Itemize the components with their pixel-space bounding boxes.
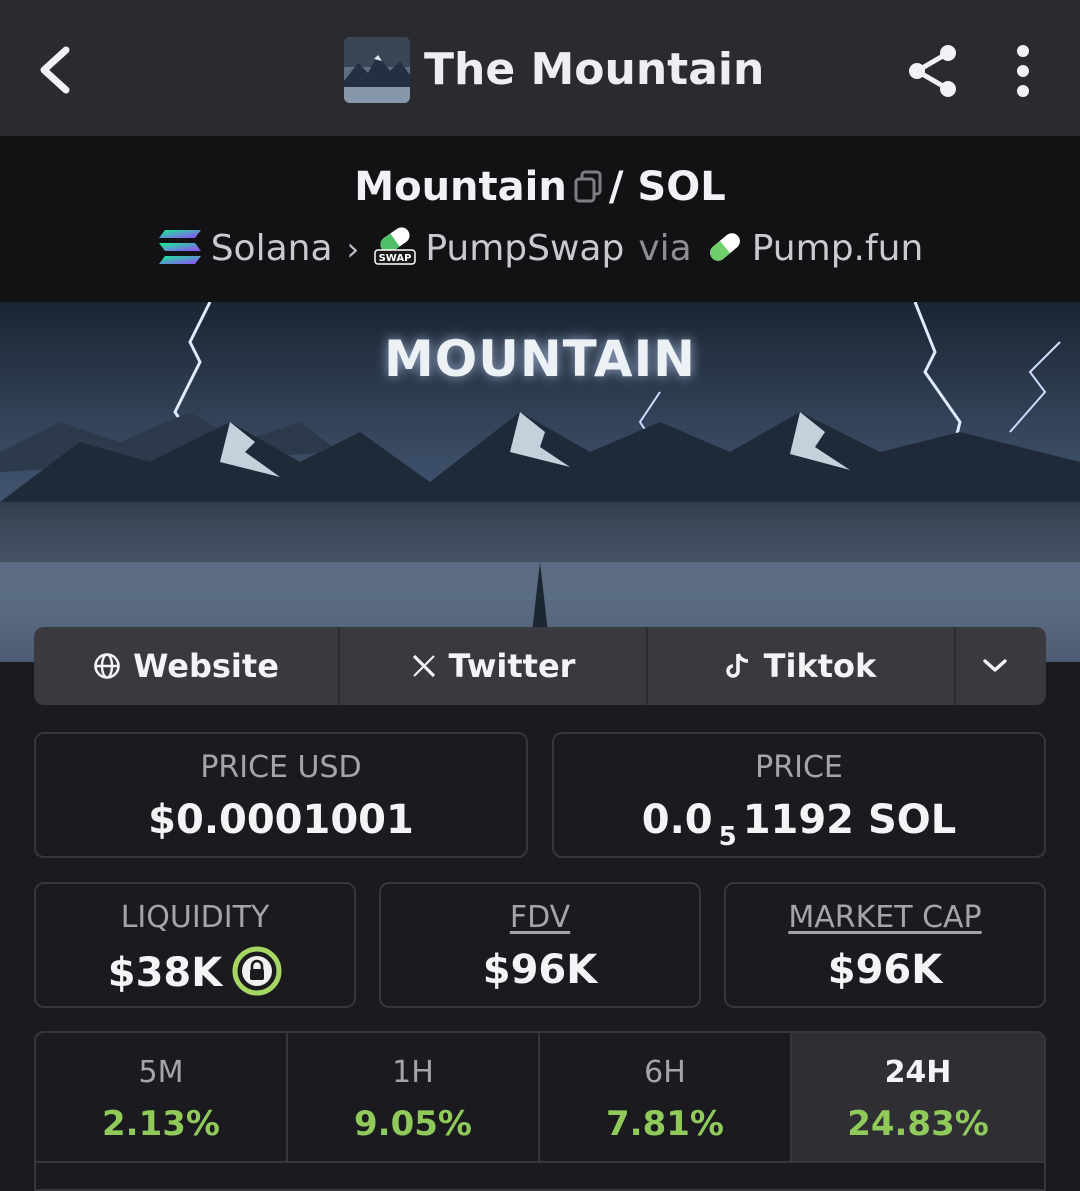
tab-24h-change: 24.83% (847, 1104, 989, 1144)
more-links-button[interactable] (956, 627, 1046, 705)
tiktok-link-button[interactable]: Tiktok (648, 627, 956, 705)
price-usd-card: PRICE USD $0.0001001 (34, 732, 528, 858)
tab-1h-change: 9.05% (354, 1104, 472, 1144)
website-label: Website (133, 647, 279, 685)
social-links-bar: Website Twitter Tiktok (34, 627, 1046, 705)
tab-1h[interactable]: 1H 9.05% (288, 1033, 540, 1163)
liquidity-label: LIQUIDITY (120, 900, 270, 935)
liquidity-card: LIQUIDITY $38K (34, 882, 356, 1008)
tab-1h-label: 1H (392, 1055, 434, 1090)
fdv-card: FDV $96K (379, 882, 701, 1008)
token-thumbnail (344, 37, 410, 103)
tab-6h-label: 6H (644, 1055, 686, 1090)
chain-route: Solana › SWAP PumpSwap via Pump.fun (0, 222, 1080, 272)
market-cap-label[interactable]: MARKET CAP (726, 900, 1044, 936)
globe-icon (94, 653, 120, 679)
twitter-link-button[interactable]: Twitter (340, 627, 648, 705)
copy-icon[interactable] (573, 170, 603, 204)
tiktok-icon (725, 653, 748, 678)
website-link-button[interactable]: Website (34, 627, 340, 705)
launchpad-name[interactable]: Pump.fun (752, 228, 924, 269)
base-token-name: Mountain (354, 164, 567, 210)
pair-name: Mountain / SOL (0, 162, 1080, 212)
leading-zeros-count: 5 (718, 822, 737, 852)
tab-5m-change: 2.13% (102, 1104, 220, 1144)
pump-fun-icon (709, 233, 740, 261)
quote-token-name: SOL (637, 164, 726, 210)
more-vertical-icon[interactable] (1004, 42, 1042, 100)
top-app-bar: The Mountain (0, 0, 1080, 136)
lock-icon[interactable] (232, 946, 282, 996)
price-native-label: PRICE (755, 750, 843, 785)
tab-6h-change: 7.81% (606, 1104, 724, 1144)
banner-title: MOUNTAIN (383, 330, 697, 388)
market-cap-value: $96K (827, 947, 943, 993)
token-banner-image: MOUNTAIN (0, 302, 1080, 662)
price-native-value: 0.0 5 1192 SOL (641, 797, 957, 852)
tab-6h[interactable]: 6H 7.81% (540, 1033, 792, 1163)
dex-name[interactable]: PumpSwap (425, 228, 624, 269)
tab-5m[interactable]: 5M 2.13% (36, 1033, 288, 1163)
price-usd-value: $0.0001001 (148, 797, 414, 843)
solana-icon (158, 230, 201, 264)
share-icon[interactable] (904, 42, 962, 100)
swap-badge-text: SWAP (379, 253, 412, 264)
fdv-label[interactable]: FDV (381, 900, 699, 936)
market-cap-card: MARKET CAP $96K (724, 882, 1046, 1008)
page-title: The Mountain (424, 44, 765, 95)
price-usd-label: PRICE USD (200, 750, 362, 785)
tab-24h[interactable]: 24H 24.83% (792, 1033, 1044, 1163)
tab-5m-label: 5M (138, 1055, 184, 1090)
chain-name[interactable]: Solana (211, 228, 333, 269)
price-native-card: PRICE 0.0 5 1192 SOL (552, 732, 1046, 858)
pair-header: Mountain / SOL Solana › SWAP PumpSwap via … (0, 136, 1080, 302)
tab-24h-label: 24H (884, 1055, 952, 1090)
x-logo-icon (412, 654, 435, 678)
tiktok-label: Tiktok (763, 647, 877, 685)
via-label: via (638, 228, 692, 269)
fdv-value: $96K (482, 947, 598, 993)
chevron-right-icon: › (346, 230, 360, 268)
twitter-label: Twitter (448, 647, 576, 685)
liquidity-value: $38K (36, 946, 354, 997)
timeframe-tabs: 5M 2.13% 1H 9.05% 6H 7.81% 24H 24.83% (34, 1031, 1046, 1191)
chevron-down-icon (983, 659, 1007, 672)
chevron-left-icon[interactable] (32, 40, 80, 100)
pumpswap-icon: SWAP (374, 227, 417, 265)
pair-separator: / (608, 164, 624, 210)
